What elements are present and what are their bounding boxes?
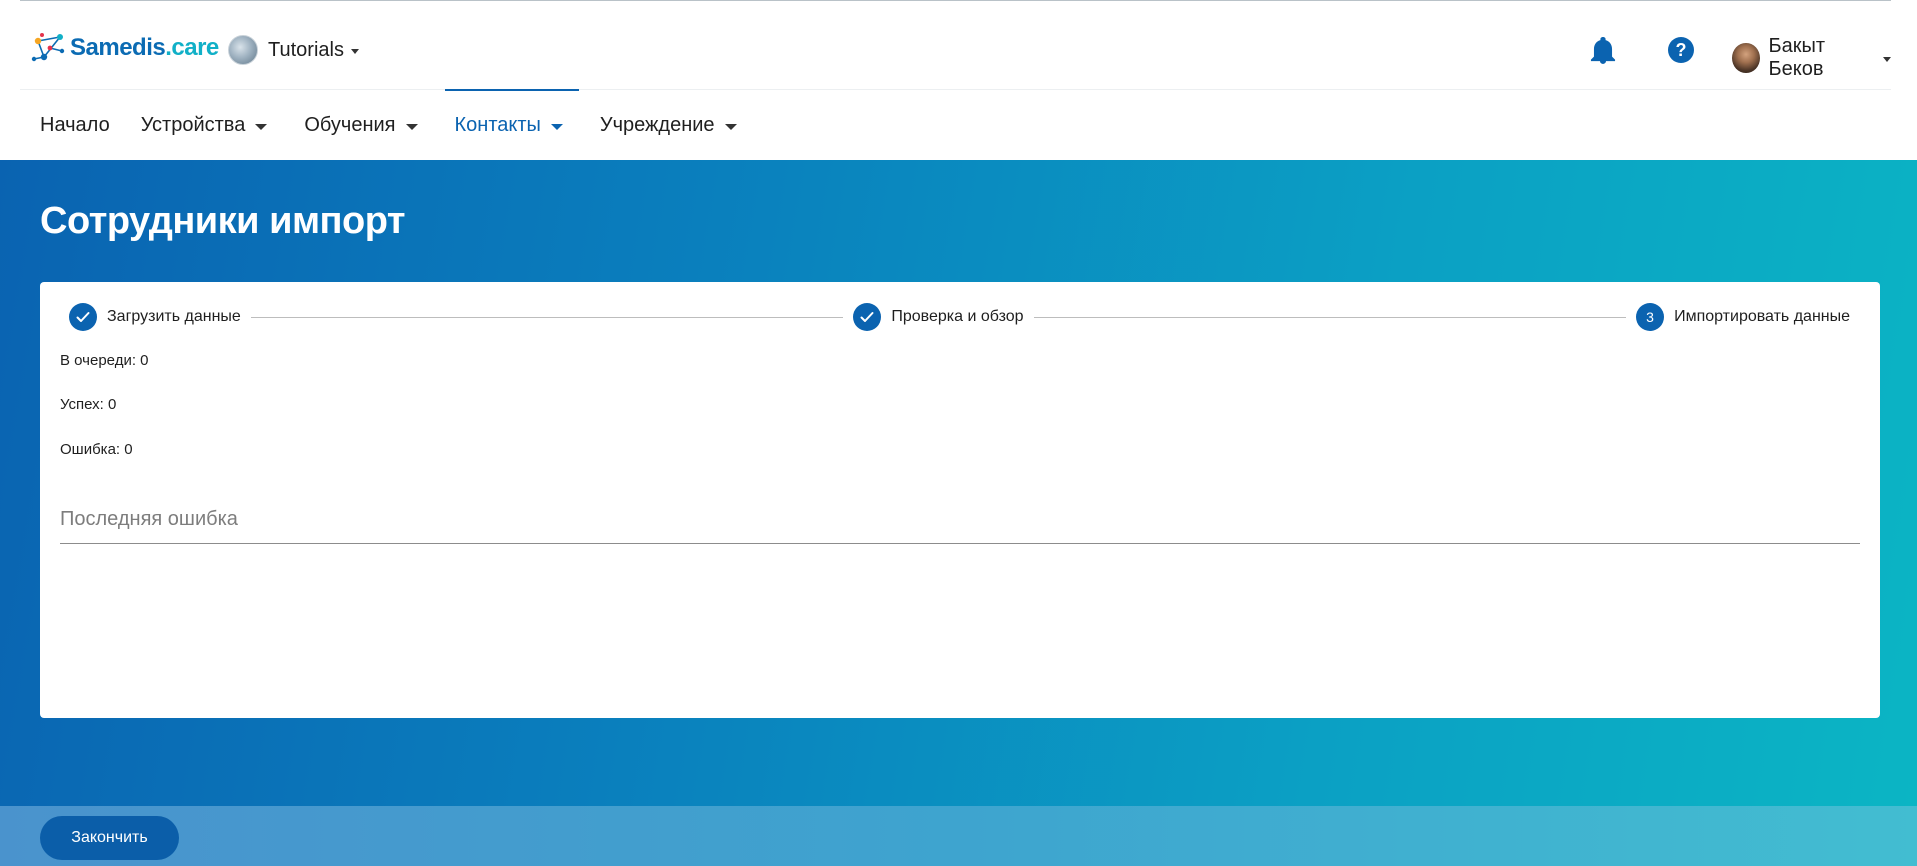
- nav-item-label: Обучения: [304, 113, 396, 136]
- tenant-label: Tutorials: [268, 38, 344, 61]
- logo-text-part2: .care: [165, 34, 219, 61]
- nav-item-facility[interactable]: Учреждение: [600, 90, 737, 160]
- top-bar: Samedis.care Tutorials ? Бакыт Беков: [20, 0, 1891, 90]
- chevron-down-icon: [724, 123, 737, 130]
- check-icon: [76, 312, 90, 322]
- import-card: Загрузить данные Проверка и обзор 3 Импо…: [40, 282, 1880, 718]
- check-icon: [860, 312, 874, 322]
- step-connector: [1033, 316, 1627, 318]
- step-check-icon: [853, 303, 882, 331]
- step-upload-data: Загрузить данные: [69, 303, 241, 331]
- nav-item-devices[interactable]: Устройства: [141, 90, 268, 160]
- nav-item-label: Начало: [40, 113, 110, 136]
- chevron-down-icon: [255, 123, 268, 130]
- logo-text-part1: Samedis: [70, 34, 166, 61]
- user-avatar: [1732, 43, 1760, 73]
- main-nav: Начало Устройства Обучения Контакты Учре…: [20, 89, 737, 160]
- step-label: Загрузить данные: [107, 308, 241, 325]
- chevron-down-icon: [550, 123, 563, 130]
- footer-bar: Закончить: [0, 806, 1917, 866]
- samedis-logo[interactable]: Samedis.care: [30, 31, 219, 65]
- step-number: 3: [1636, 303, 1665, 331]
- bell-icon[interactable]: [1590, 37, 1616, 65]
- queued-count: В очереди: 0: [60, 352, 149, 369]
- user-menu[interactable]: Бакыт Беков: [1732, 35, 1891, 81]
- nav-item-label: Контакты: [454, 113, 541, 136]
- finish-button[interactable]: Закончить: [40, 816, 179, 860]
- nav-item-contacts[interactable]: Контакты: [444, 89, 580, 160]
- step-label: Импортировать данные: [1674, 308, 1851, 325]
- chevron-down-icon: [1883, 56, 1891, 62]
- chevron-down-icon: [405, 123, 418, 130]
- step-review: Проверка и обзор: [853, 303, 1024, 331]
- nav-item-label: Устройства: [140, 113, 246, 136]
- import-stepper: Загрузить данные Проверка и обзор 3 Импо…: [69, 302, 1850, 332]
- step-connector: [250, 316, 844, 318]
- tenant-switcher[interactable]: Tutorials: [228, 35, 359, 65]
- step-import-data: 3 Импортировать данные: [1636, 303, 1850, 331]
- page-title: Сотрудники импорт: [40, 200, 406, 242]
- step-label: Проверка и обзор: [891, 308, 1024, 325]
- step-check-icon: [69, 303, 97, 331]
- nav-item-trainings[interactable]: Обучения: [304, 90, 418, 160]
- help-glyph: ?: [1675, 39, 1687, 60]
- last-error-field[interactable]: Последняя ошибка: [60, 508, 1860, 544]
- last-error-label: Последняя ошибка: [60, 508, 238, 530]
- nav-item-label: Учреждение: [599, 113, 715, 136]
- tenant-avatar: [228, 35, 258, 65]
- help-icon[interactable]: ?: [1668, 37, 1694, 63]
- logo-text: Samedis.care: [70, 34, 219, 62]
- success-count: Успех: 0: [60, 396, 117, 413]
- user-name: Бакыт Беков: [1768, 35, 1826, 80]
- logo-molecule-icon: [31, 33, 65, 62]
- content-area: Сотрудники импорт Загрузить данные Прове…: [0, 160, 1917, 806]
- chevron-down-icon: [350, 48, 359, 54]
- nav-item-home[interactable]: Начало: [40, 90, 110, 160]
- error-count: Ошибка: 0: [60, 441, 133, 458]
